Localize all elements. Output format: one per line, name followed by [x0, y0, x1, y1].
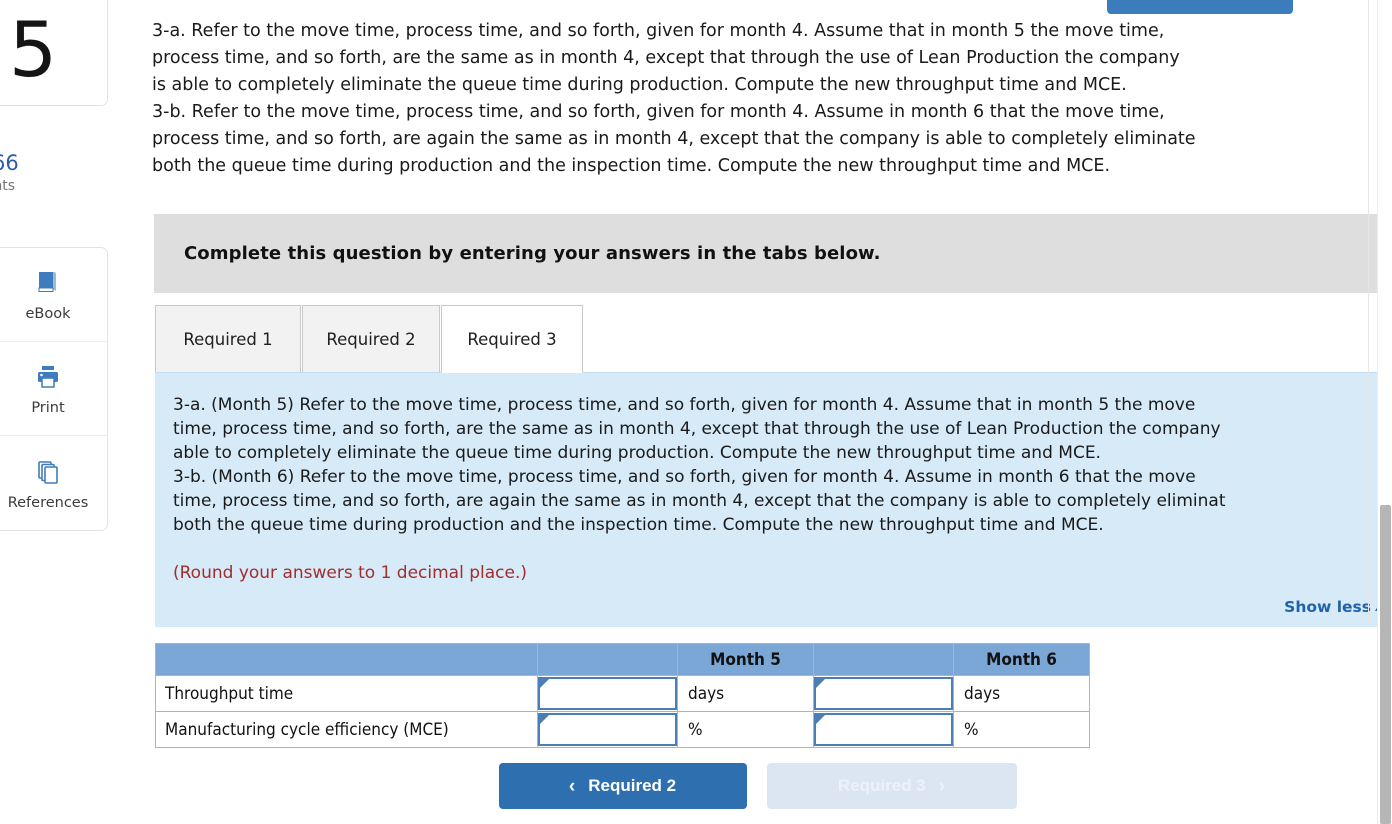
navigation-buttons: ‹ Required 2 Required 3 ›: [130, 763, 1385, 809]
content-right-divider: [1368, 0, 1369, 624]
sidebar-item-ebook[interactable]: eBook: [0, 248, 107, 342]
prev-requirement-button[interactable]: ‹ Required 2: [498, 763, 747, 809]
sidebar-item-print[interactable]: Print: [0, 342, 107, 436]
requirement-instruction-text: 3-a. (Month 5) Refer to the move time, p…: [173, 395, 1226, 535]
points-block: 6.66 points: [0, 150, 112, 196]
table-header-month5-a: [537, 643, 678, 676]
cell-month5-mce: [537, 711, 678, 748]
answer-table: Month 5 Month 6 Throughput time days day…: [155, 643, 1090, 748]
unit-month6-mce: %: [953, 711, 1090, 748]
cell-month6-mce: [813, 711, 954, 748]
sidebar-item-references[interactable]: References: [0, 436, 107, 530]
cell-month5-throughput: [537, 675, 678, 712]
table-header-month6: Month 6: [953, 643, 1090, 676]
tab-required-3[interactable]: Required 3: [441, 305, 583, 373]
tab-required-1[interactable]: Required 1: [155, 305, 301, 373]
cell-month6-throughput: [813, 675, 954, 712]
input-month5-throughput[interactable]: [538, 677, 677, 710]
table-row: Manufacturing cycle efficiency (MCE) % %: [155, 711, 1090, 748]
book-icon: [33, 267, 63, 299]
show-less-link[interactable]: Show less: [1284, 598, 1385, 616]
input-month5-mce[interactable]: [538, 713, 677, 746]
instruction-banner: Complete this question by entering your …: [154, 214, 1386, 293]
unit-month5-throughput: days: [677, 675, 814, 712]
sidebar-item-label: Print: [31, 400, 65, 416]
requirement-instruction-panel: 3-a. (Month 5) Refer to the move time, p…: [155, 372, 1387, 627]
instruction-banner-text: Complete this question by entering your …: [184, 243, 881, 264]
chevron-left-icon: ‹: [568, 775, 576, 797]
next-requirement-label: Required 3: [837, 776, 926, 795]
chevron-right-icon: ›: [938, 775, 946, 797]
tools-card: eBook Print References: [0, 247, 108, 531]
table-header-row: Month 5 Month 6: [155, 643, 1090, 676]
vertical-scrollbar[interactable]: [1377, 0, 1392, 824]
input-month6-throughput[interactable]: [814, 677, 953, 710]
row-label-throughput-time: Throughput time: [155, 675, 538, 712]
unit-month5-mce: %: [677, 711, 814, 748]
prev-requirement-label: Required 2: [588, 776, 677, 795]
sidebar-item-label: References: [7, 494, 89, 511]
rounding-note: (Round your answers to 1 decimal place.): [173, 563, 528, 583]
question-sidebar: 5 6.66 points eBook: [0, 0, 110, 824]
scrollbar-thumb[interactable]: [1380, 505, 1391, 824]
next-requirement-button[interactable]: Required 3 ›: [766, 763, 1017, 809]
table-row: Throughput time days days: [155, 675, 1090, 712]
top-action-button[interactable]: [1107, 0, 1293, 14]
points-label: points: [0, 178, 15, 194]
sidebar-item-label: eBook: [25, 306, 71, 322]
question-number-card: 5: [0, 0, 108, 106]
input-month6-mce[interactable]: [814, 713, 953, 746]
tab-label: Required 2: [326, 329, 416, 349]
tab-label: Required 3: [467, 329, 557, 349]
references-icon: [33, 456, 63, 488]
question-intro-text: 3-a. Refer to the move time, process tim…: [152, 21, 1196, 176]
points-value: 6.66: [0, 151, 19, 175]
printer-icon: [33, 361, 63, 393]
question-number: 5: [8, 5, 58, 94]
table-header-month6-a: [813, 643, 954, 676]
table-header-blank: [155, 643, 538, 676]
tab-required-2[interactable]: Required 2: [302, 305, 440, 373]
table-header-month5: Month 5: [677, 643, 814, 676]
unit-month6-throughput: days: [953, 675, 1090, 712]
row-label-mce: Manufacturing cycle efficiency (MCE): [155, 711, 538, 748]
question-content: 3-a. Refer to the move time, process tim…: [130, 0, 1387, 824]
show-less-label: Show less: [1284, 598, 1371, 616]
tab-label: Required 1: [183, 329, 273, 349]
requirement-tabs: Required 1 Required 2 Required 3: [155, 305, 1387, 375]
